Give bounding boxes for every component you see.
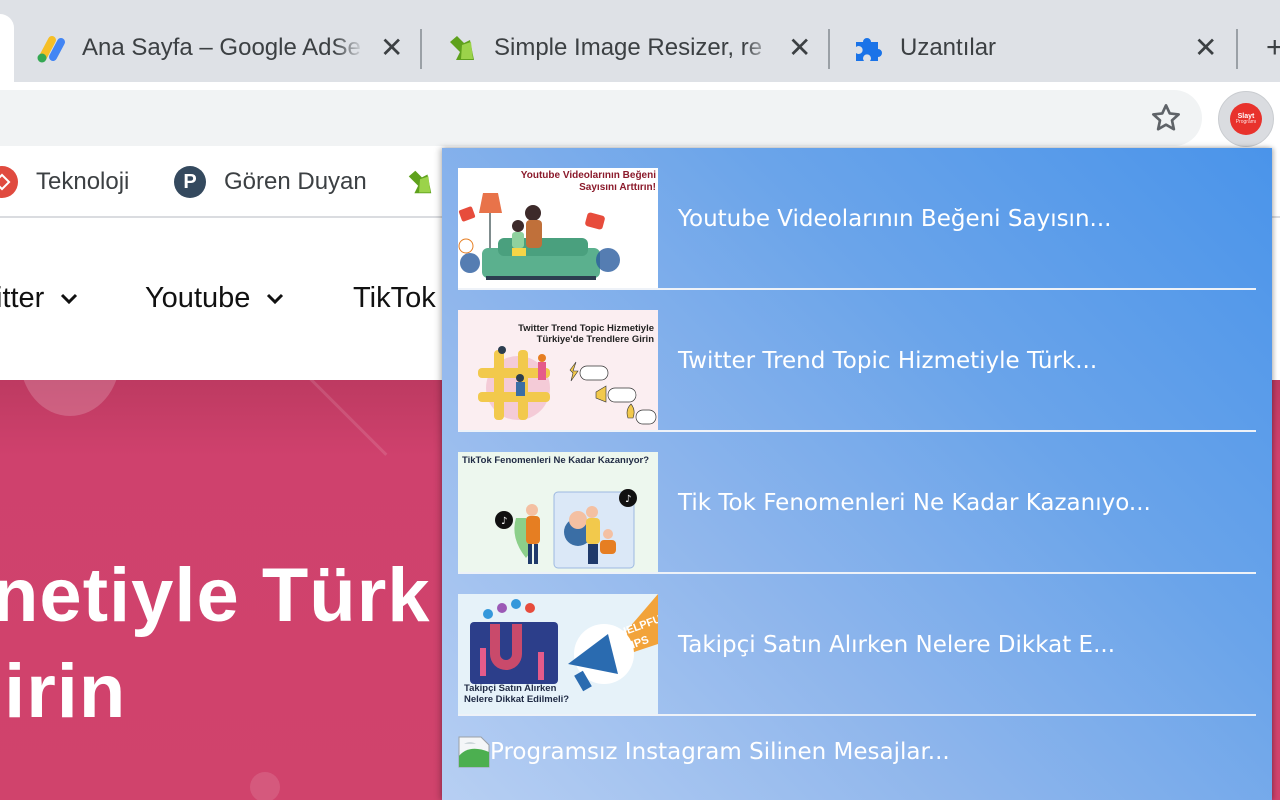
nav-label: Youtube (145, 282, 251, 314)
post-item[interactable]: HELPFUL TIPS Takipçi Satın Alırken Neler… (458, 594, 1256, 716)
decorative-dot (250, 772, 280, 800)
post-title: Twitter Trend Topic Hizmetiyle Türk... (678, 348, 1098, 374)
hero-heading: netiyle Türk Girin (0, 548, 431, 740)
bookmark-goren-duyan[interactable]: P Gören Duyan (174, 166, 367, 198)
icon-glyph: P (183, 171, 197, 193)
tab-separator (828, 29, 830, 69)
tab-close-button[interactable]: ✕ (380, 34, 403, 62)
extension-popup: Youtube Videolarının Beğeni Sayısını Art… (442, 148, 1272, 800)
active-tab-edge[interactable] (0, 14, 14, 84)
tab-image-resizer[interactable]: Simple Image Resizer, re ✕ (444, 16, 820, 80)
new-tab-button[interactable]: + (1266, 33, 1280, 63)
bookmark-label: Gören Duyan (224, 168, 367, 195)
google-adsense-icon (32, 30, 68, 66)
post-title: Tik Tok Fenomenleri Ne Kadar Kazanıyo... (678, 490, 1151, 516)
tab-close-button[interactable]: ✕ (788, 34, 811, 62)
hero-heading-line: Girin (0, 649, 127, 734)
nav-label: TikTok (353, 282, 436, 314)
tab-title: Uzantılar (900, 34, 997, 61)
image-resizer-icon (404, 166, 436, 198)
post-title: Youtube Videolarının Beğeni Sayısın... (678, 206, 1112, 232)
thumbnail-illustration (478, 346, 657, 425)
thumbnail-caption: Takipçi Satın Alırken Nelere Dikkat Edil… (464, 683, 570, 705)
post-thumbnail: HELPFUL TIPS Takipçi Satın Alırken Neler… (458, 594, 658, 714)
post-thumbnail: Youtube Videolarının Beğeni Sayısını Art… (458, 168, 658, 288)
tab-adsense[interactable]: Ana Sayfa – Google AdSe ✕ (32, 16, 412, 80)
puzzle-extension-icon (850, 30, 886, 66)
svg-text:♪: ♪ (625, 494, 631, 505)
svg-text:♪: ♪ (501, 516, 507, 527)
slayt-logo-icon: Slayt Programı (1230, 103, 1262, 135)
bookmark-label: Teknoloji (36, 168, 130, 195)
broken-image-icon (458, 736, 490, 768)
teknoloji-icon (0, 166, 18, 198)
hero-heading-line: netiyle Türk (0, 553, 431, 638)
browser-window: Ana Sayfa – Google AdSe ✕ Simple Image R… (0, 0, 1280, 800)
post-item[interactable]: TikTok Fenomenleri Ne Kadar Kazanıyor? ♪… (458, 452, 1256, 574)
post-thumbnail: Twitter Trend Topic Hizmetiyle Türkiye'd… (458, 310, 658, 430)
nav-item-youtube[interactable]: Youtube (145, 282, 284, 315)
chevron-down-icon (267, 293, 284, 304)
post-title: Programsız Instagram Silinen Mesajlar... (490, 739, 950, 765)
post-item[interactable]: Youtube Videolarının Beğeni Sayısını Art… (458, 168, 1256, 290)
p-letter-icon: P (174, 166, 206, 198)
tab-strip: Ana Sayfa – Google AdSe ✕ Simple Image R… (0, 0, 1280, 84)
thumbnail-illustration (458, 193, 620, 280)
post-item[interactable]: Programsız Instagram Silinen Mesajlar... (458, 734, 950, 770)
toolbar (0, 82, 1280, 152)
logo-subtext: Programı (1235, 119, 1257, 125)
nav-item-twitter[interactable]: itter (0, 282, 78, 315)
bookmark-star-icon[interactable] (1146, 98, 1186, 138)
tab-close-button[interactable]: ✕ (1194, 34, 1217, 62)
tab-separator (1236, 29, 1238, 69)
image-resizer-icon (444, 30, 480, 66)
post-title: Takipçi Satın Alırken Nelere Dikkat E... (678, 632, 1116, 658)
address-bar[interactable] (0, 90, 1202, 146)
post-item[interactable]: Twitter Trend Topic Hizmetiyle Türkiye'd… (458, 310, 1256, 432)
decorative-line (300, 380, 388, 456)
nav-label: itter (0, 282, 45, 314)
tab-title: Simple Image Resizer, re (494, 34, 774, 62)
tab-title: Ana Sayfa – Google AdSe (82, 34, 364, 62)
decorative-shape (20, 380, 120, 416)
tab-separator (420, 29, 422, 69)
nav-item-tiktok[interactable]: TikTok (353, 282, 436, 315)
post-thumbnail: TikTok Fenomenleri Ne Kadar Kazanıyor? ♪… (458, 452, 658, 572)
bookmark-teknoloji[interactable]: Teknoloji (0, 166, 129, 198)
chevron-down-icon (61, 293, 78, 304)
thumbnail-illustration: ♪ ♪ (495, 489, 637, 569)
slayt-extension-button[interactable]: Slayt Programı (1218, 91, 1274, 147)
tab-extensions[interactable]: Uzantılar ✕ (850, 16, 1230, 80)
